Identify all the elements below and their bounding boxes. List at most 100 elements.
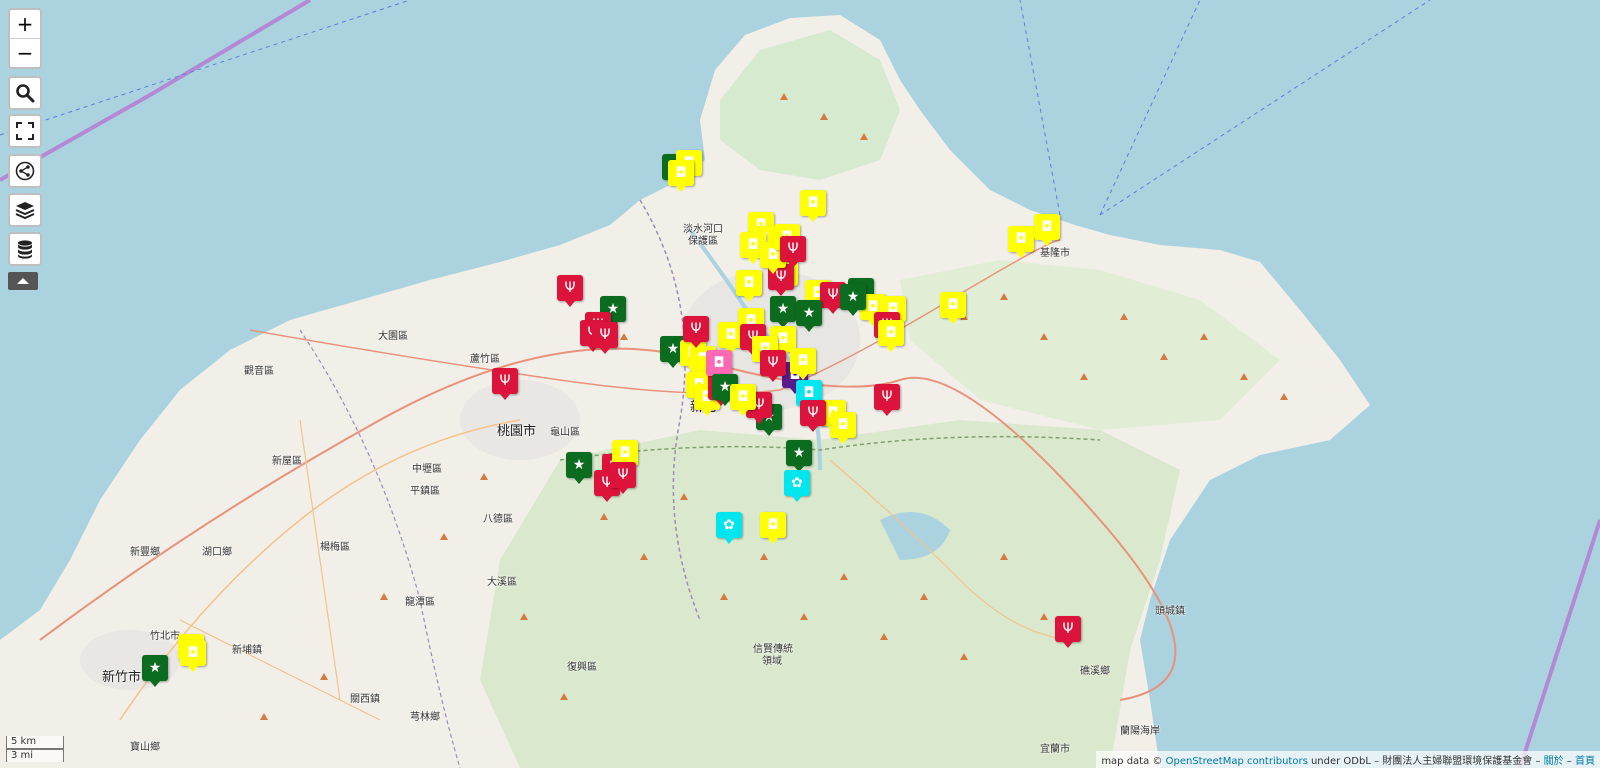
bag-icon: ◘ — [885, 325, 897, 341]
bag-icon: ◘ — [767, 247, 779, 263]
park-marker[interactable]: ★ — [786, 440, 812, 472]
utensils-icon: Ψ — [827, 287, 839, 303]
place-label: 新屋區 — [272, 456, 302, 467]
zoom-in-button[interactable]: + — [10, 10, 40, 38]
park-marker[interactable]: ★ — [142, 655, 168, 687]
shop-marker[interactable]: ◘ — [736, 270, 762, 302]
place-label: 中壢區 — [412, 464, 442, 475]
shop-marker[interactable]: ◘ — [180, 640, 206, 672]
utensils-icon: Ψ — [690, 321, 702, 337]
boundary — [1518, 519, 1600, 768]
star-icon: ★ — [802, 305, 816, 321]
cyan-marker[interactable]: ✿ — [784, 470, 810, 502]
restaurant-marker[interactable]: Ψ — [492, 368, 518, 400]
bag-icon: ◘ — [947, 297, 959, 313]
home-link[interactable]: 首頁 — [1575, 756, 1595, 767]
place-label: 芎林鄉 — [410, 712, 440, 723]
restaurant-marker[interactable]: Ψ — [1055, 616, 1081, 648]
shop-marker[interactable]: ◘ — [830, 412, 856, 444]
place-label: 龜山區 — [550, 427, 580, 438]
bag-icon: ◘ — [797, 353, 809, 369]
sea-line — [1099, 0, 1431, 216]
boundary — [0, 0, 312, 182]
star-icon: ★ — [776, 301, 790, 317]
bag-icon: ◘ — [713, 355, 725, 371]
bag-icon: ◘ — [1041, 219, 1053, 235]
bag-icon: ◘ — [619, 445, 631, 461]
bag-icon: ◘ — [747, 237, 759, 253]
layers-icon — [15, 202, 35, 220]
shop-marker[interactable]: ◘ — [760, 512, 786, 544]
park-marker[interactable]: ★ — [796, 300, 822, 332]
attribution-sep: – — [1563, 756, 1575, 767]
shop-marker[interactable]: ◘ — [940, 292, 966, 324]
utensils-icon: Ψ — [787, 241, 799, 257]
restaurant-marker[interactable]: Ψ — [800, 400, 826, 432]
about-link[interactable]: 關於 — [1544, 756, 1564, 767]
shop-marker[interactable]: ◘ — [668, 160, 694, 192]
place-label: 蘭陽海岸 — [1120, 726, 1160, 737]
star-icon: ★ — [846, 289, 860, 305]
layers-button[interactable] — [8, 193, 42, 227]
place-label: 八德區 — [483, 514, 513, 525]
place-label: 新豐鄉 — [130, 547, 160, 558]
triangle-up-icon — [17, 278, 29, 284]
shop-marker[interactable]: ◘ — [1034, 214, 1060, 246]
share-icon — [15, 161, 35, 181]
park-marker[interactable]: ★ — [770, 296, 796, 328]
bag-icon: ◘ — [675, 165, 687, 181]
place-label: 宜蘭市 — [1040, 744, 1070, 755]
osm-link[interactable]: OpenStreetMap contributors — [1166, 756, 1308, 767]
shop-marker[interactable]: ◘ — [790, 348, 816, 380]
place-label: 楊梅區 — [320, 542, 350, 553]
place-label: 保護區 — [688, 236, 718, 247]
star-icon: ★ — [148, 660, 162, 676]
restaurant-marker[interactable]: Ψ — [683, 316, 709, 348]
shop-marker[interactable]: ◘ — [1008, 226, 1034, 258]
place-label: 新埔鎮 — [232, 645, 262, 656]
utensils-icon: Ψ — [599, 327, 611, 343]
bag-icon: ◘ — [743, 275, 755, 291]
zoom-out-button[interactable]: − — [10, 38, 40, 67]
restaurant-marker[interactable]: Ψ — [557, 275, 583, 307]
restaurant-marker[interactable]: Ψ — [610, 462, 636, 494]
scale-bar: 5 km 3 mi — [6, 736, 64, 762]
star-icon: ★ — [666, 341, 680, 357]
shop-marker[interactable]: ◘ — [730, 384, 756, 416]
bag-icon: ◘ — [767, 517, 779, 533]
attribution: map data © OpenStreetMap contributors un… — [1096, 751, 1600, 768]
bag-icon: ◘ — [807, 195, 819, 211]
place-label: 領域 — [762, 656, 782, 667]
place-label: 大溪區 — [487, 577, 517, 588]
restaurant-marker[interactable]: Ψ — [780, 236, 806, 268]
pink-marker[interactable]: ◘ — [706, 350, 732, 382]
utensils-icon: Ψ — [499, 373, 511, 389]
sea-line — [1019, 0, 1061, 216]
share-button[interactable] — [8, 154, 42, 188]
shop-marker[interactable]: ◘ — [800, 190, 826, 222]
restaurant-marker[interactable]: Ψ — [874, 384, 900, 416]
cyan-marker[interactable]: ✿ — [716, 512, 742, 544]
data-button[interactable] — [8, 232, 42, 266]
restaurant-marker[interactable]: Ψ — [760, 350, 786, 382]
map-view[interactable]: 淡水河口 保護區 大園區 蘆竹區 觀音區 桃園市 龜山區 中壢區 平鎮區 八德區 新屋區 楊梅區 湖口鄉… — [0, 0, 1600, 768]
fullscreen-button[interactable] — [8, 114, 42, 148]
place-label: 竹北市 — [150, 631, 180, 642]
zoom-control: + − — [8, 8, 42, 69]
flower-icon: ✿ — [791, 475, 803, 491]
place-label: 關西鎮 — [350, 694, 380, 705]
sea-line — [0, 0, 411, 136]
place-label: 平鎮區 — [410, 486, 440, 497]
attribution-prefix: map data © — [1101, 756, 1166, 767]
bag-icon: ◘ — [187, 645, 199, 661]
place-label: 觀音區 — [244, 366, 274, 377]
flower-icon: ✿ — [723, 517, 735, 533]
restaurant-marker[interactable]: Ψ — [592, 322, 618, 354]
place-label: 大園區 — [378, 331, 408, 342]
search-button[interactable] — [8, 76, 42, 110]
park-marker[interactable]: ★ — [566, 452, 592, 484]
star-icon: ★ — [572, 457, 586, 473]
collapse-controls-button[interactable] — [8, 272, 38, 290]
park-marker[interactable]: ★ — [840, 284, 866, 316]
shop-marker[interactable]: ◘ — [878, 320, 904, 352]
